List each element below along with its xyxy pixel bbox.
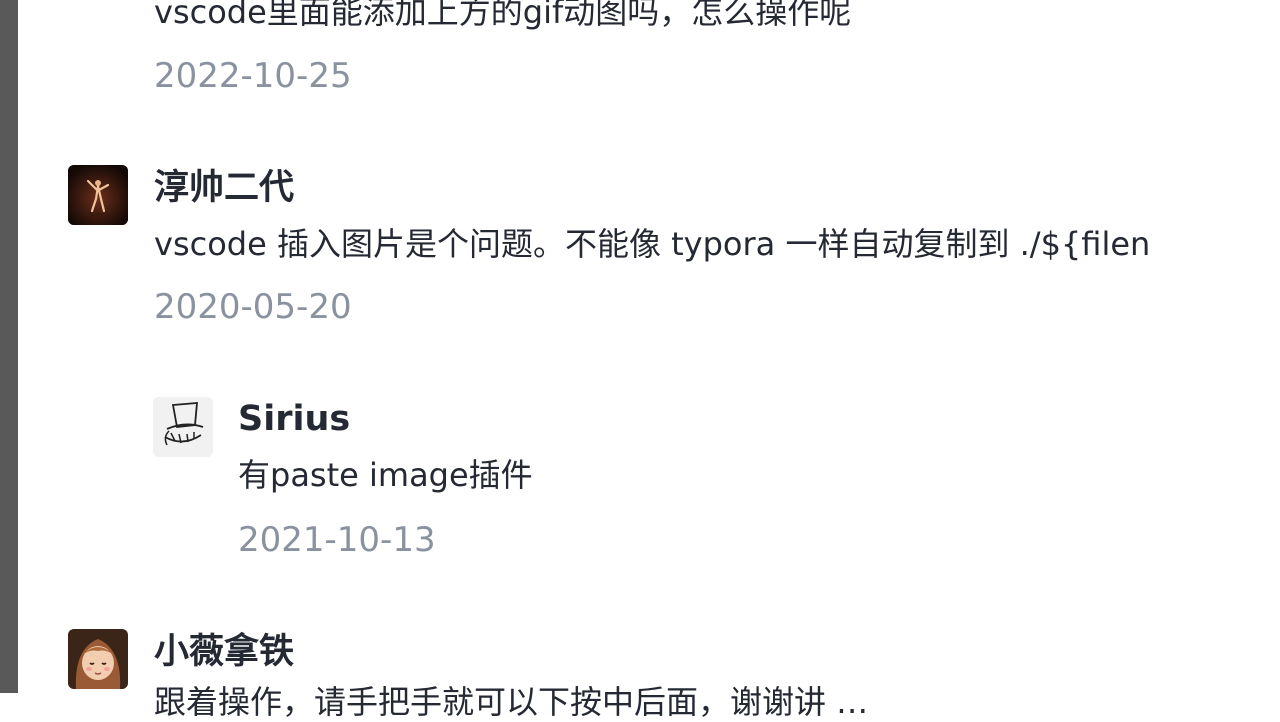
top-hat-sketch-avatar-icon (153, 397, 213, 457)
reply-author[interactable]: Sirius (238, 397, 350, 441)
dancer-avatar-icon (68, 165, 128, 225)
comment-text: vscode 插入图片是个问题。不能像 typora 一样自动复制到 ./${f… (154, 225, 1151, 263)
reply-text: 有paste image插件 (238, 456, 533, 494)
window-left-edge (0, 0, 18, 693)
comment-list: vscode里面能添加上方的gif动图吗，怎么操作呢 2022-10-25 淳帅… (18, 0, 1280, 721)
user-avatar[interactable] (68, 629, 128, 689)
cartoon-girl-avatar-icon (68, 629, 128, 689)
user-avatar[interactable] (153, 397, 213, 457)
comment-date: 2020-05-20 (154, 287, 352, 327)
comment-date: 2022-10-25 (154, 56, 352, 96)
reply-date: 2021-10-13 (238, 520, 436, 560)
comment-author[interactable]: 淳帅二代 (154, 166, 294, 210)
comment-text: 跟着操作，请手把手就可以下按中后面，谢谢讲 … (154, 683, 869, 721)
user-avatar[interactable] (68, 165, 128, 225)
comment-text: vscode里面能添加上方的gif动图吗，怎么操作呢 (154, 0, 852, 31)
comment-author[interactable]: 小薇拿铁 (154, 630, 294, 674)
